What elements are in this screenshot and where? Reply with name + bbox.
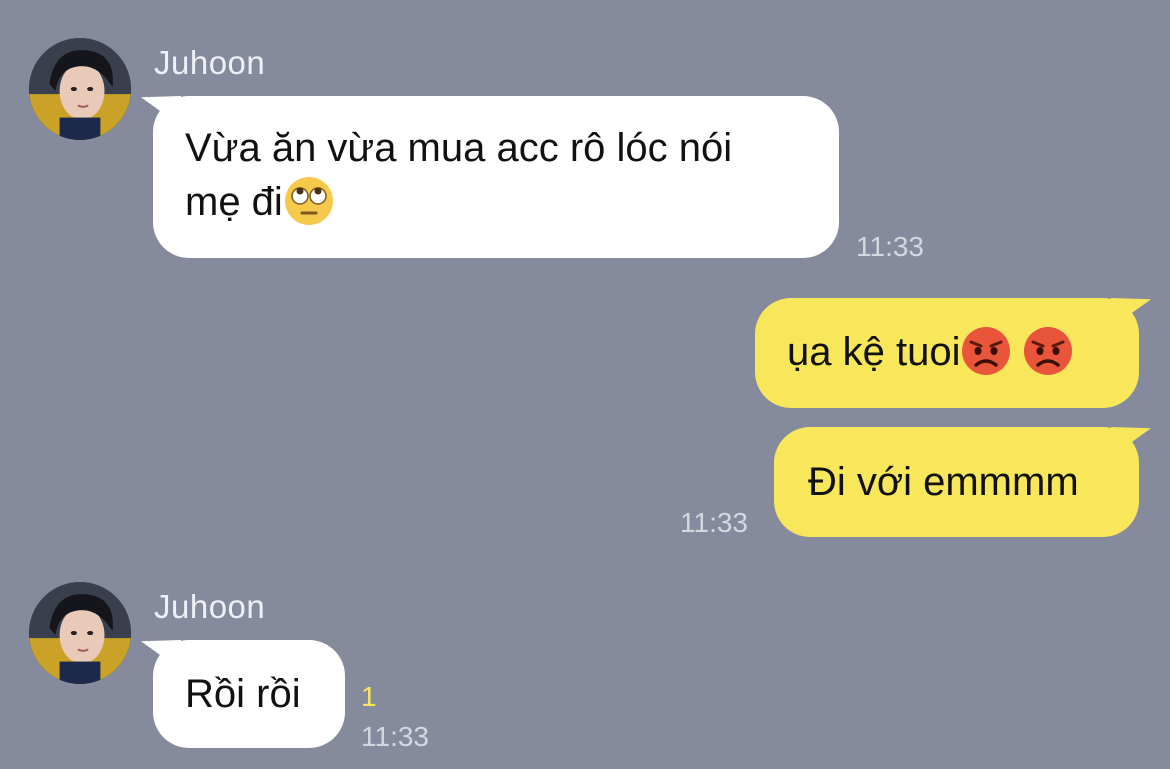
pouting-face-icon <box>960 325 1012 377</box>
message-timestamp: 11:33 <box>361 721 429 752</box>
sender-name: Juhoon <box>154 44 266 81</box>
face-with-rolling-eyes-icon <box>283 175 335 227</box>
message-bubble-incoming[interactable]: Rồi rồi <box>153 640 345 748</box>
unread-count: 1 <box>361 681 377 712</box>
message-bubble-outgoing[interactable]: Đi với emmmm <box>774 427 1139 537</box>
message-text-line: Vừa ăn vừa mua acc rô lóc nói <box>185 126 733 170</box>
message-text: Đi với emmmm <box>808 460 1079 504</box>
avatar[interactable] <box>29 582 131 684</box>
message-bubble-outgoing[interactable]: ụa kệ tuoi <box>755 298 1139 408</box>
pouting-face-icon <box>1022 325 1074 377</box>
profile-photo-icon <box>29 582 131 684</box>
message-timestamp: 11:33 <box>856 231 924 262</box>
message-text: ụa kệ tuoi <box>787 330 961 374</box>
sender-name: Juhoon <box>154 588 266 625</box>
message-timestamp: 11:33 <box>680 507 748 538</box>
message-text: Rồi rồi <box>185 672 301 716</box>
message-bubble-incoming[interactable]: Vừa ăn vừa mua acc rô lóc nói mẹ đi <box>153 96 839 258</box>
avatar[interactable] <box>29 38 131 140</box>
message-text: mẹ đi <box>185 180 283 224</box>
message-text-line: mẹ đi <box>185 175 839 230</box>
profile-photo-icon <box>29 38 131 140</box>
